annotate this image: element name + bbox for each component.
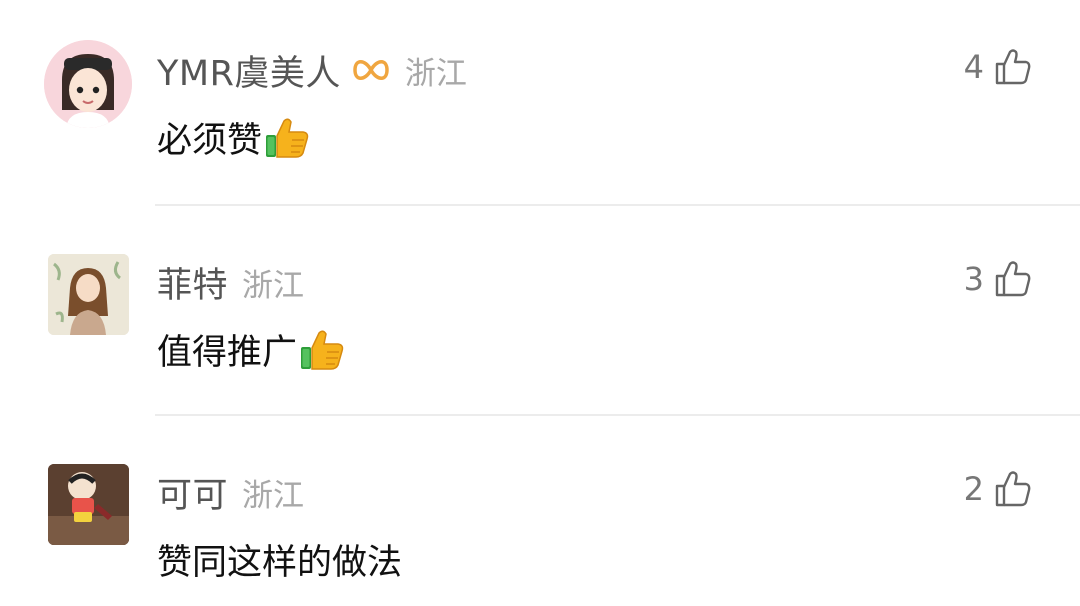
avatar[interactable] [48, 464, 129, 545]
like-button[interactable]: 4 [964, 48, 1032, 86]
comment-header: 可可 浙江 [157, 470, 305, 516]
thumbs-up-outline-icon[interactable] [994, 260, 1032, 298]
comment-text: 必须赞 [157, 112, 310, 163]
like-button[interactable]: 2 [964, 470, 1032, 508]
username[interactable]: 可可 [157, 467, 228, 518]
thumbs-up-emoji-icon [299, 327, 345, 373]
comment-text-body: 值得推广 [157, 333, 298, 373]
like-count: 2 [963, 470, 984, 508]
comment-text: 值得推广 [157, 324, 345, 375]
comment-header: 菲特 浙江 [157, 260, 305, 306]
like-button[interactable]: 3 [964, 260, 1032, 298]
comment-item: 可可 浙江 赞同这样的做法 2 [0, 416, 1080, 606]
thumbs-up-outline-icon[interactable] [994, 48, 1032, 86]
comment-text: 赞同这样的做法 [157, 534, 402, 585]
username[interactable]: 菲特 [157, 257, 228, 308]
comment-text-body: 赞同这样的做法 [157, 543, 403, 583]
comment-text-body: 必须赞 [157, 121, 263, 161]
vip-infinity-icon[interactable] [351, 55, 391, 85]
avatar[interactable] [48, 254, 129, 335]
location-label: 浙江 [242, 267, 305, 304]
avatar-illustrated-girl-image [48, 254, 129, 335]
username[interactable]: YMR虞美人 [157, 45, 341, 96]
location-label: 浙江 [242, 477, 305, 514]
comment-item: YMR虞美人 浙江 必须赞 4 [0, 0, 1080, 206]
avatar-toy-figure-image [48, 464, 129, 545]
avatar-cartoon-girl-image [44, 40, 132, 128]
comment-header: YMR虞美人 浙江 [157, 48, 467, 94]
like-count: 3 [963, 260, 984, 298]
avatar[interactable] [44, 40, 132, 128]
like-count: 4 [963, 48, 984, 86]
thumbs-up-outline-icon[interactable] [994, 470, 1032, 508]
location-label: 浙江 [404, 55, 467, 92]
comment-item: 菲特 浙江 值得推广 3 [0, 206, 1080, 416]
thumbs-up-emoji-icon [264, 115, 310, 161]
